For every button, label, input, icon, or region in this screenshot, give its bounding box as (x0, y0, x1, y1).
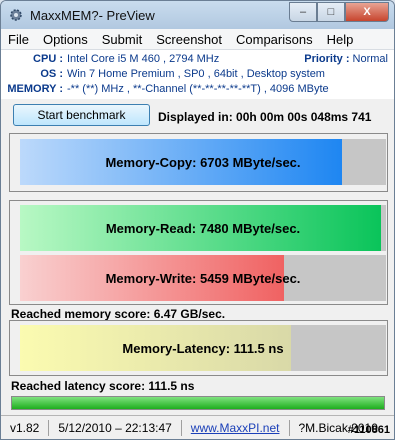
memory-label: MEMORY : (7, 83, 63, 95)
memory-score-text: Reached memory score: 6.47 GB/sec. (11, 307, 226, 321)
memory-latency-label: Memory-Latency: 111.5 ns (122, 340, 284, 356)
menu-options[interactable]: Options (36, 32, 95, 47)
version-text: v1.82 (1, 420, 50, 436)
memory-read-label: Memory-Read: 7480 MByte/sec. (105, 220, 301, 236)
priority-value: Normal (352, 53, 388, 65)
menu-submit[interactable]: Submit (95, 32, 149, 47)
menu-screenshot[interactable]: Screenshot (149, 32, 229, 47)
memory-copy-label: Memory-Copy: 6703 MByte/sec. (105, 154, 301, 170)
read-write-panel: Memory-Read: 7480 MByte/sec. Memory-Writ… (9, 200, 388, 305)
memory-write-label: Memory-Write: 5459 MByte/sec. (105, 270, 301, 286)
memory-value: -** (**) MHz , **-Channel (**-**-**-**-*… (67, 83, 329, 95)
menu-comparisons[interactable]: Comparisons (229, 32, 320, 47)
app-window: MaxxMEM?- PreView – □ X File Options Sub… (0, 0, 395, 440)
memory-latency-bar: Memory-Latency: 111.5 ns (20, 325, 386, 371)
datetime-text: 5/12/2010 – 22:13:47 (49, 420, 182, 436)
status-bar: v1.82 5/12/2010 – 22:13:47 www.MaxxPI.ne… (1, 415, 394, 439)
app-gear-icon (8, 7, 24, 23)
priority-label: Priority : (304, 53, 350, 65)
copy-panel: Memory-Copy: 6703 MByte/sec. (9, 133, 388, 192)
latency-score-text: Reached latency score: 111.5 ns (11, 379, 195, 393)
close-button[interactable]: X (345, 2, 389, 22)
start-benchmark-button[interactable]: Start benchmark (13, 104, 150, 126)
memory-read-bar: Memory-Read: 7480 MByte/sec. (20, 205, 386, 251)
menu-bar: File Options Submit Screenshot Compariso… (1, 29, 394, 50)
system-info-panel: CPU : Intel Core i5 M 460 , 2794 MHz Pri… (1, 50, 394, 99)
os-label: OS : (40, 68, 63, 80)
window-title: MaxxMEM?- PreView (30, 7, 155, 23)
maximize-button[interactable]: □ (317, 2, 345, 22)
watermark-text: #110861 (347, 424, 390, 436)
maxxpi-link[interactable]: www.MaxxPI.net (191, 421, 280, 435)
menu-file[interactable]: File (1, 32, 36, 47)
cpu-label: CPU : (33, 53, 63, 65)
benchmark-progress-fill (12, 397, 384, 409)
menu-help[interactable]: Help (320, 32, 361, 47)
minimize-button[interactable]: – (289, 2, 317, 22)
benchmark-progress-bar (11, 396, 385, 410)
displayed-in-text: Displayed in: 00h 00m 00s 048ms 741 (158, 110, 372, 124)
memory-copy-bar: Memory-Copy: 6703 MByte/sec. (20, 139, 386, 185)
memory-write-bar: Memory-Write: 5459 MByte/sec. (20, 255, 386, 301)
latency-panel: Memory-Latency: 111.5 ns (9, 320, 388, 376)
title-bar[interactable]: MaxxMEM?- PreView – □ X (1, 1, 394, 29)
os-value: Win 7 Home Premium , SP0 , 64bit , Deskt… (67, 68, 325, 80)
cpu-value: Intel Core i5 M 460 , 2794 MHz (67, 53, 220, 65)
